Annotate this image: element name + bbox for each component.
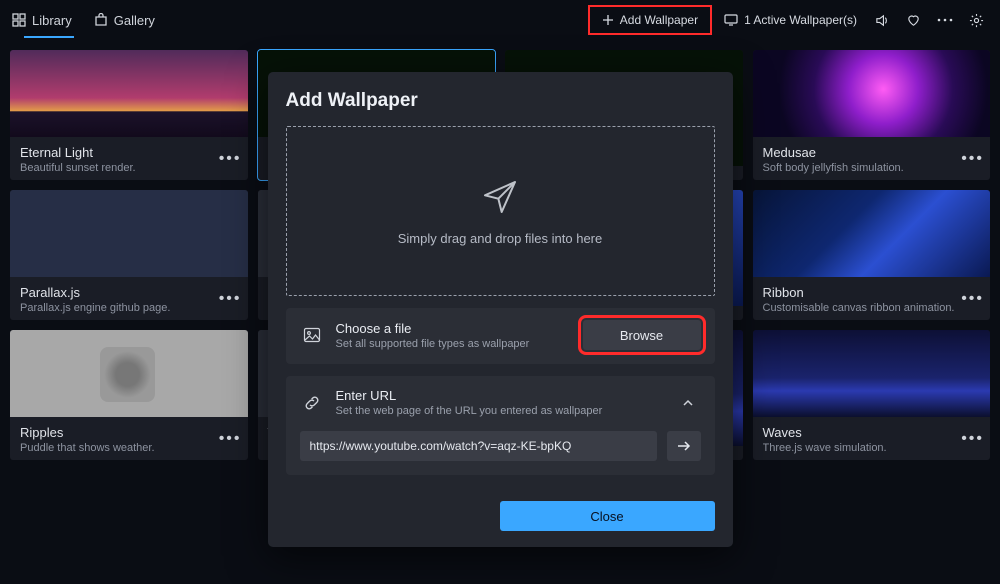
image-icon xyxy=(300,326,324,344)
choose-file-text: Choose a file Set all supported file typ… xyxy=(336,321,571,350)
close-button[interactable]: Close xyxy=(500,501,715,531)
choose-file-card: Choose a file Set all supported file typ… xyxy=(286,308,715,364)
arrow-right-icon xyxy=(676,439,692,453)
paper-plane-icon xyxy=(480,177,520,217)
url-input[interactable] xyxy=(300,431,657,461)
url-input-row xyxy=(300,431,701,461)
enter-url-text: Enter URL Set the web page of the URL yo… xyxy=(336,388,663,417)
dropzone-text: Simply drag and drop files into here xyxy=(398,231,603,246)
modal-title: Add Wallpaper xyxy=(286,90,715,112)
choose-file-title: Choose a file xyxy=(336,321,571,336)
choose-file-desc: Set all supported file types as wallpape… xyxy=(336,338,571,350)
collapse-button[interactable] xyxy=(675,397,701,409)
enter-url-title: Enter URL xyxy=(336,388,663,403)
link-icon xyxy=(300,394,324,412)
chevron-up-icon xyxy=(682,397,694,409)
choose-file-row: Choose a file Set all supported file typ… xyxy=(300,320,701,350)
enter-url-desc: Set the web page of the URL you entered … xyxy=(336,405,663,417)
dropzone[interactable]: Simply drag and drop files into here xyxy=(286,126,715,296)
enter-url-card: Enter URL Set the web page of the URL yo… xyxy=(286,376,715,475)
modal-backdrop: Add Wallpaper Simply drag and drop files… xyxy=(0,0,1000,584)
enter-url-row: Enter URL Set the web page of the URL yo… xyxy=(300,388,701,417)
browse-button[interactable]: Browse xyxy=(583,320,701,350)
add-wallpaper-modal: Add Wallpaper Simply drag and drop files… xyxy=(268,72,733,547)
url-go-button[interactable] xyxy=(667,431,701,461)
